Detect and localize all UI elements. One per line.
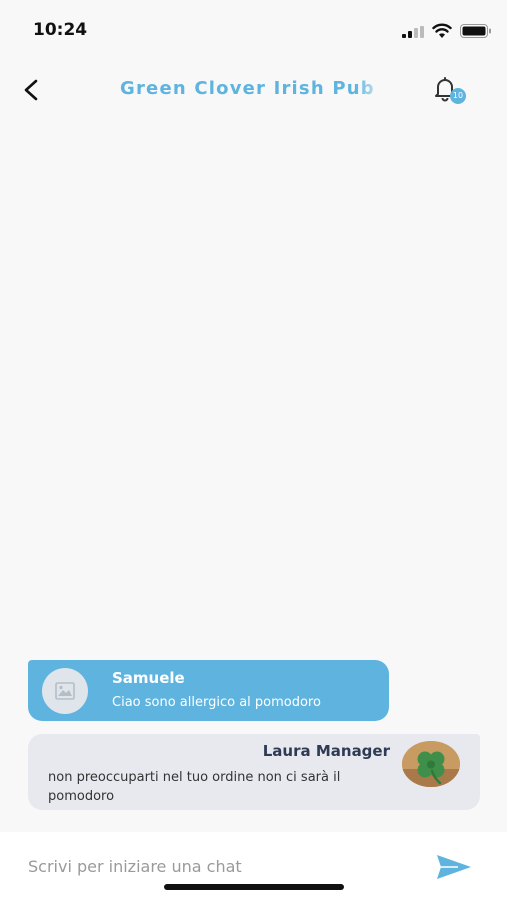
- image-icon: [55, 682, 75, 700]
- message-text: non preoccuparti nel tuo ordine non ci s…: [48, 770, 341, 804]
- message-sender: Samuele: [112, 669, 185, 687]
- message-sender: Laura Manager: [262, 742, 390, 760]
- clover-icon: [402, 741, 460, 787]
- send-icon: [437, 855, 471, 879]
- status-bar: 10:24: [0, 0, 507, 60]
- notifications-button[interactable]: 10: [428, 72, 470, 112]
- page-title: Green Clover Irish Pub: [120, 78, 375, 99]
- chat-message-manager: Laura Manager non preoccuparti nel tuo o…: [28, 734, 480, 810]
- message-text: Ciao sono allergico al pomodoro: [112, 695, 321, 710]
- wifi-icon: [432, 23, 452, 38]
- send-button[interactable]: [434, 852, 474, 882]
- status-time: 10:24: [33, 20, 88, 40]
- page-title-container: Green Clover Irish Pub: [120, 73, 388, 105]
- chat-header: Green Clover Irish Pub 10: [0, 60, 507, 120]
- back-button[interactable]: [14, 72, 50, 108]
- message-input[interactable]: [26, 850, 410, 882]
- battery-icon: [460, 24, 491, 38]
- chat-message-user: Samuele Ciao sono allergico al pomodoro: [28, 660, 389, 721]
- notification-badge: 10: [450, 88, 466, 104]
- avatar: [42, 668, 88, 714]
- home-indicator: [164, 884, 344, 890]
- manager-avatar: [402, 741, 460, 787]
- cellular-signal-icon: [402, 26, 424, 38]
- chevron-left-icon: [24, 79, 38, 101]
